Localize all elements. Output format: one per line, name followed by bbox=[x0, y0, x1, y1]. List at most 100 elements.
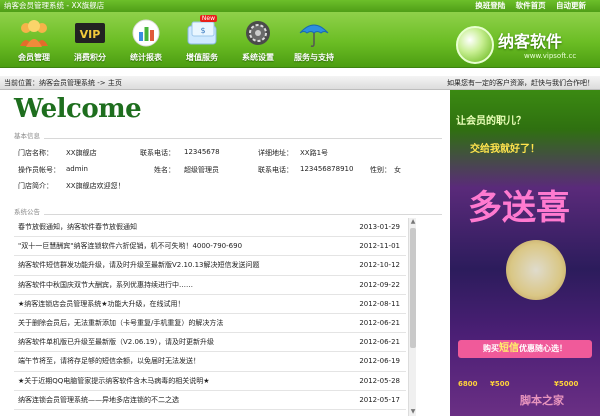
store-name-value: XX旗舰店 bbox=[66, 149, 97, 157]
basic-info-title: 基本信息 bbox=[14, 132, 40, 140]
notice-date: 2012-06-21 bbox=[359, 318, 400, 327]
address-value: XX路1号 bbox=[300, 149, 329, 157]
auto-update-link[interactable]: 自动更新 bbox=[556, 1, 586, 10]
notice-row[interactable]: ★纳客连锁店会员管理系统★功能大升级，在线试用！ 2012-08-11 bbox=[14, 295, 406, 314]
welcome-heading: Welcome bbox=[14, 94, 142, 124]
notice-date: 2012-06-21 bbox=[359, 338, 400, 347]
settings-icon bbox=[241, 18, 275, 48]
notice-date: 2012-05-28 bbox=[359, 376, 400, 385]
notice-row[interactable]: "双十一巨慧酬宾"纳客连锁软件六折促销，机不可失哟！4000-790-690 20… bbox=[14, 237, 406, 257]
promo-tag-suffix: 优惠随心选！ bbox=[519, 344, 567, 353]
notice-title: ★纳客连锁店会员管理系统★功能大升级，在线试用！ bbox=[18, 299, 185, 308]
umbrella-icon bbox=[297, 18, 331, 48]
toolbar-label: 系统设置 bbox=[242, 53, 274, 62]
vipsoft-logo: 纳客软件 www.vipsoft.cc bbox=[456, 26, 592, 68]
scroll-up-icon[interactable]: ▲ bbox=[409, 218, 417, 226]
home-panel: Welcome 基本信息 门店名称： XX旗舰店 联系电话： 12345678 … bbox=[0, 90, 450, 416]
title-bar: 纳客会员管理系统 - XX旗舰店 换班登陆 软件首页 自动更新 bbox=[0, 0, 600, 12]
notice-row[interactable]: 关于删除会员后，无法重新添加（卡号重复/手机重复）的解决方法 2012-06-21 bbox=[14, 314, 406, 334]
promo-tag-prefix: 购买 bbox=[483, 344, 499, 353]
vip-card-icon: VIP bbox=[73, 18, 107, 48]
scrollbar-thumb[interactable] bbox=[410, 228, 416, 348]
member-management-button[interactable]: 会员管理 bbox=[6, 16, 62, 68]
notice-date: 2013-01-29 bbox=[359, 223, 400, 231]
system-settings-button[interactable]: 系统设置 bbox=[230, 16, 286, 68]
notice-scrollbar[interactable]: ▲ ▼ bbox=[408, 218, 416, 416]
notice-row[interactable]: 纳客软件短信群发功能升级，请及时升级至最新版V2.10.13解决短信发送问题 20… bbox=[14, 256, 406, 276]
notice-date: 2012-08-11 bbox=[359, 299, 400, 308]
notice-date: 2012-10-12 bbox=[359, 261, 400, 270]
notices-title: 系统公告 bbox=[14, 208, 40, 216]
chart-icon bbox=[129, 18, 163, 48]
phone2-label: 联系电话： bbox=[258, 166, 293, 174]
gender-value: 女 bbox=[394, 166, 401, 174]
notice-title: 纳客软件单机版已升级至最新版（V2.06.19），请及时更新升级 bbox=[18, 338, 215, 347]
svg-text:VIP: VIP bbox=[80, 28, 101, 41]
notice-row[interactable]: 春节放假通知，纳客软件春节放假通知 2013-01-29 bbox=[14, 218, 406, 238]
statistics-report-button[interactable]: 统计报表 bbox=[118, 16, 174, 68]
members-icon bbox=[17, 18, 51, 48]
contact-phone-label: 联系电话： bbox=[140, 149, 175, 157]
operator-value: admin bbox=[66, 165, 88, 173]
switch-shift-link[interactable]: 换班登陆 bbox=[475, 1, 505, 10]
notice-row[interactable]: 纳客连锁会员管理系统——异地多店连锁的不二之选 2012-05-17 bbox=[14, 391, 406, 410]
toolbar-label: 服务与支持 bbox=[294, 53, 334, 62]
notice-title: 纳客连锁会员管理系统——异地多店连锁的不二之选 bbox=[18, 395, 179, 404]
value-added-service-button[interactable]: $ New 增值服务 bbox=[174, 15, 230, 68]
intro-value: XX旗舰店欢迎您！ bbox=[66, 182, 125, 190]
value-service-icon: $ New bbox=[185, 15, 219, 48]
main-toolbar: 会员管理 VIP 消费积分 统计报表 $ New 增值服务 系统设置 服务与支持… bbox=[0, 12, 600, 68]
new-badge: New bbox=[199, 15, 217, 22]
toolbar-label: 增值服务 bbox=[186, 53, 218, 62]
promo-tag: 购买短信优惠随心选！ bbox=[458, 340, 592, 358]
software-home-link[interactable]: 软件首页 bbox=[516, 1, 546, 10]
contact-phone-value: 12345678 bbox=[184, 148, 220, 156]
svg-text:$: $ bbox=[200, 26, 205, 35]
price-left: 6800 bbox=[458, 380, 478, 388]
toolbar-label: 统计报表 bbox=[130, 53, 162, 62]
promo-line2: 交给我就好了！ bbox=[470, 144, 540, 155]
breadcrumb-text: 当前位置：纳客会员管理系统 -> 主页 bbox=[4, 79, 122, 87]
notice-title: 纳客软件中秋国庆双节大酬宾，系列优惠持续进行中…… bbox=[18, 280, 193, 289]
notice-row[interactable]: 端午节将至，请将存足够的短信余额，以免届时无法发送！ 2012-06-19 bbox=[14, 352, 406, 372]
notice-date: 2012-06-19 bbox=[359, 357, 400, 366]
notice-date: 2012-11-01 bbox=[359, 242, 400, 251]
divider bbox=[44, 138, 442, 139]
notice-row[interactable]: 纳客软件单机版已升级至最新版（V2.06.19），请及时更新升级 2012-06-… bbox=[14, 333, 406, 353]
phone2-value: 123456878910 bbox=[300, 165, 354, 173]
notice-date: 2012-09-22 bbox=[359, 280, 400, 289]
name-label: 姓名： bbox=[154, 166, 175, 174]
notice-title: "双十一巨慧酬宾"纳客连锁软件六折促销，机不可失哟！4000-790-690 bbox=[18, 242, 243, 251]
breadcrumb: 当前位置：纳客会员管理系统 -> 主页 如果您有一定的客户资源，赶快与我们合作吧… bbox=[0, 76, 600, 90]
notice-title: 春节放假通知，纳客软件春节放假通知 bbox=[18, 223, 137, 231]
intro-label: 门店简介： bbox=[18, 182, 53, 190]
moon-image bbox=[506, 240, 566, 300]
logo-name: 纳客软件 bbox=[498, 32, 563, 51]
promo-headline: 多送喜 bbox=[468, 188, 570, 228]
logo-icon bbox=[456, 26, 494, 64]
notice-row[interactable]: ★关于近期QQ电脑管家提示纳客软件含木马病毒的相关说明★ 2012-05-28 bbox=[14, 372, 406, 391]
notice-date: 2012-05-17 bbox=[359, 395, 400, 404]
toolbar-label: 消费积分 bbox=[74, 53, 106, 62]
notice-list: 春节放假通知，纳客软件春节放假通知 2013-01-29 "双十一巨慧酬宾"纳客连… bbox=[14, 218, 406, 410]
notice-title: 关于删除会员后，无法重新添加（卡号重复/手机重复）的解决方法 bbox=[18, 318, 224, 327]
notice-title: 端午节将至，请将存足够的短信余额，以免届时无法发送！ bbox=[18, 357, 200, 366]
promo-banner[interactable]: 让会员的职儿？ 交给我就好了！ 多送喜 购买短信优惠随心选！ 6800 ¥500… bbox=[450, 90, 600, 416]
watermark: 脚本之家 bbox=[520, 394, 564, 407]
partner-hint[interactable]: 如果您有一定的客户资源，赶快与我们合作吧！ bbox=[447, 76, 594, 90]
price-mid: ¥500 bbox=[490, 380, 510, 388]
scroll-down-icon[interactable]: ▼ bbox=[409, 408, 417, 416]
notice-title: ★关于近期QQ电脑管家提示纳客软件含木马病毒的相关说明★ bbox=[18, 376, 210, 385]
name-value: 超级管理员 bbox=[184, 166, 219, 174]
logo-url: www.vipsoft.cc bbox=[524, 52, 577, 60]
notice-row[interactable]: 纳客软件中秋国庆双节大酬宾，系列优惠持续进行中…… 2012-09-22 bbox=[14, 276, 406, 295]
window-title: 纳客会员管理系统 - XX旗舰店 bbox=[4, 1, 105, 10]
service-support-button[interactable]: 服务与支持 bbox=[286, 16, 342, 68]
price-right: ¥5000 bbox=[554, 380, 579, 388]
notice-title: 纳客软件短信群发功能升级，请及时升级至最新版V2.10.13解决短信发送问题 bbox=[18, 261, 260, 270]
divider bbox=[44, 214, 442, 215]
consumption-points-button[interactable]: VIP 消费积分 bbox=[62, 16, 118, 68]
promo-line1: 让会员的职儿？ bbox=[456, 116, 526, 127]
titlebar-links: 换班登陆 软件首页 自动更新 bbox=[467, 0, 586, 12]
operator-label: 操作员帐号： bbox=[18, 166, 60, 174]
